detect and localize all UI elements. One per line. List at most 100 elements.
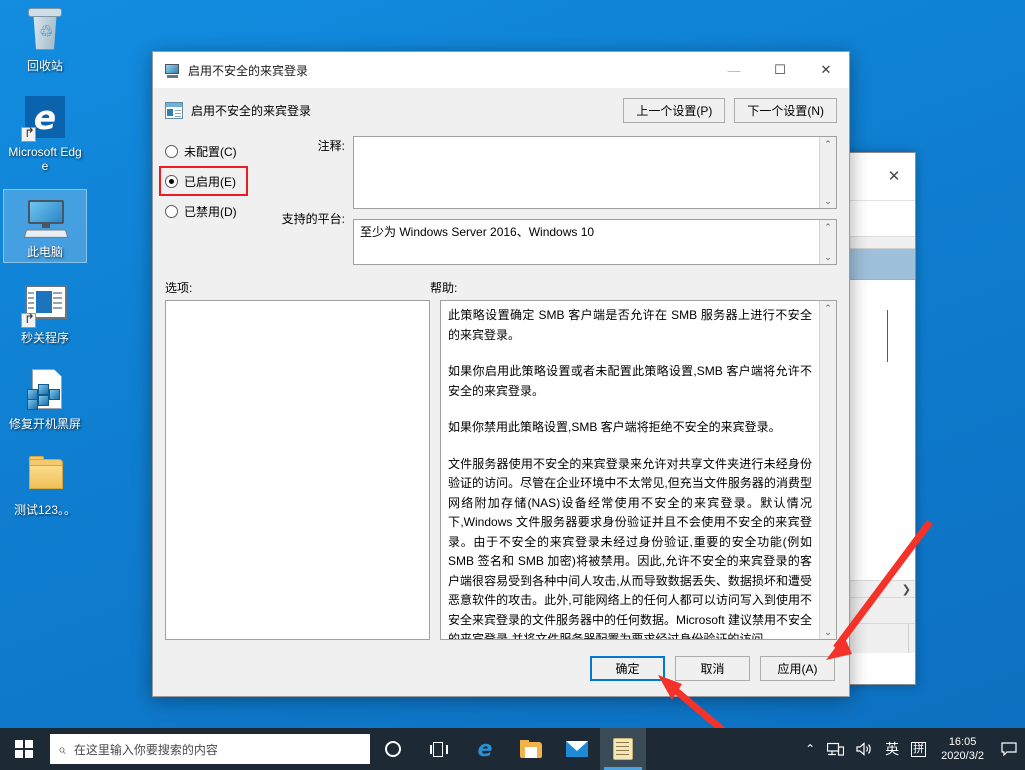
dialog-footer: 确定 取消 应用(A) — [153, 640, 849, 696]
close-icon[interactable]: ✕ — [879, 166, 909, 186]
edge-icon: e — [21, 94, 69, 142]
scroll-up-icon[interactable]: ⌃ — [824, 139, 832, 149]
start-button[interactable] — [0, 728, 48, 770]
text-caret — [887, 310, 888, 362]
desktop-background[interactable]: ♲ 回收站 e Microsoft Edge 此电脑 秒关程序 — [0, 0, 1025, 770]
policy-name-label: 启用不安全的来宾登录 — [191, 102, 311, 119]
dialog-header: 启用不安全的来宾登录 上一个设置(P) 下一个设置(N) — [153, 89, 849, 131]
options-pane[interactable] — [165, 300, 430, 640]
computer-policy-icon — [164, 63, 181, 78]
cortana-icon[interactable] — [370, 728, 416, 770]
windows-logo-icon — [15, 740, 33, 758]
ime-mode-indicator[interactable]: 拼 — [905, 728, 932, 770]
desktop-icon-label: 此电脑 — [27, 245, 63, 259]
platform-field-row: 支持的平台: 至少为 Windows Server 2016、Windows 1… — [257, 209, 837, 265]
previous-setting-button[interactable]: 上一个设置(P) — [623, 98, 725, 123]
scroll-down-icon[interactable]: ⌄ — [824, 196, 832, 206]
desktop-icon-test-folder[interactable]: 测试123。。 — [4, 448, 86, 520]
search-input[interactable]: ⌕ 在这里输入你要搜索的内容 — [50, 734, 370, 764]
comment-field-row: 注释: ⌃ ⌄ — [257, 136, 837, 209]
help-paragraph: 如果你启用此策略设置或者未配置此策略设置,SMB 客户端将允许不安全的来宾登录。 — [448, 362, 812, 401]
bg-window-list[interactable] — [839, 280, 915, 580]
this-pc-icon — [21, 194, 69, 242]
clock-date: 2020/3/2 — [941, 749, 984, 763]
desktop-icon-label: 秒关程序 — [21, 331, 69, 345]
policy-setting-dialog[interactable]: 启用不安全的来宾登录 — ☐ ✕ 启用不安全的来宾登录 上一个设置(P) 下一个… — [152, 51, 850, 697]
scroll-up-icon[interactable]: ⌃ — [824, 222, 832, 232]
radio-enabled[interactable]: 已启用(E) — [162, 169, 245, 193]
bg-window-statusbar — [839, 597, 915, 623]
radio-label: 已启用(E) — [184, 173, 236, 190]
desktop-icon-microsoft-edge[interactable]: e Microsoft Edge — [4, 90, 86, 176]
scroll-down-icon[interactable]: ⌄ — [824, 627, 832, 637]
scroll-down-icon[interactable]: ⌄ — [824, 252, 832, 262]
help-scrollbar[interactable]: ⌃ ⌄ — [819, 301, 836, 639]
task-view-icon[interactable] — [416, 728, 462, 770]
help-paragraph: 此策略设置确定 SMB 客户端是否允许在 SMB 服务器上进行不安全的来宾登录。 — [448, 306, 812, 345]
cancel-button[interactable]: 取消 — [675, 656, 750, 681]
ok-button[interactable]: 确定 — [590, 656, 665, 681]
comment-textbox[interactable]: ⌃ ⌄ — [353, 136, 837, 209]
taskbar-mail-icon[interactable] — [554, 728, 600, 770]
taskbar-group-policy-editor-icon[interactable] — [600, 728, 646, 770]
system-tray: ⌃ 英 拼 16:05 2020/3/2 — [799, 728, 1025, 770]
desktop-icon-list: ♲ 回收站 e Microsoft Edge 此电脑 秒关程序 — [0, 4, 90, 534]
dialog-lower-section: 此策略设置确定 SMB 客户端是否允许在 SMB 服务器上进行不安全的来宾登录。… — [153, 300, 849, 640]
tray-chevron-up-icon[interactable]: ⌃ — [799, 728, 821, 770]
scroll-right-icon[interactable]: ❯ — [902, 583, 911, 596]
folder-icon — [21, 452, 69, 500]
policy-state-radio-group[interactable]: 未配置(C) 已启用(E) 已禁用(D) — [165, 136, 257, 265]
help-pane[interactable]: 此策略设置确定 SMB 客户端是否允许在 SMB 服务器上进行不安全的来宾登录。… — [440, 300, 837, 640]
minimize-button[interactable]: — — [711, 52, 757, 89]
radio-indicator[interactable] — [165, 205, 178, 218]
shortcut-arrow-icon — [21, 127, 36, 142]
radio-indicator[interactable] — [165, 145, 178, 158]
radio-not-configured[interactable]: 未配置(C) — [165, 139, 257, 163]
desktop-icon-quick-close-program[interactable]: 秒关程序 — [4, 276, 86, 348]
clock[interactable]: 16:05 2020/3/2 — [932, 728, 993, 770]
bg-window-titlebar: ✕ — [839, 153, 915, 201]
volume-icon[interactable] — [850, 728, 879, 770]
platform-scrollbar[interactable]: ⌃ ⌄ — [819, 220, 836, 264]
desktop-icon-this-pc[interactable]: 此电脑 — [4, 190, 86, 262]
apply-button[interactable]: 应用(A) — [760, 656, 835, 681]
dialog-title: 启用不安全的来宾登录 — [188, 62, 711, 79]
taskbar-edge-icon[interactable]: e — [462, 728, 508, 770]
taskbar[interactable]: ⌕ 在这里输入你要搜索的内容 e ⌃ — [0, 728, 1025, 770]
help-label: 帮助: — [430, 279, 457, 296]
bg-window-toolbar — [839, 201, 915, 237]
desktop-icon-recycle-bin[interactable]: ♲ 回收站 — [4, 4, 86, 76]
desktop-icon-fix-boot-black-screen[interactable]: 修复开机黑屏 — [4, 362, 86, 434]
horizontal-scrollbar[interactable]: ❯ — [839, 580, 915, 597]
ime-language-indicator[interactable]: 英 — [879, 728, 905, 770]
search-placeholder: 在这里输入你要搜索的内容 — [74, 741, 218, 758]
bg-window-selected-row[interactable] — [839, 249, 915, 280]
radio-label: 已禁用(D) — [184, 203, 237, 220]
radio-indicator-selected[interactable] — [165, 175, 178, 188]
action-center-icon[interactable] — [993, 728, 1025, 770]
dialog-section-labels: 选项: 帮助: — [153, 265, 849, 300]
radio-disabled[interactable]: 已禁用(D) — [165, 199, 257, 223]
supported-platform-label: 支持的平台: — [257, 209, 353, 227]
help-paragraph: 如果你禁用此策略设置,SMB 客户端将拒绝不安全的来宾登录。 — [448, 418, 812, 438]
scroll-up-icon[interactable]: ⌃ — [824, 303, 832, 313]
taskbar-file-explorer-icon[interactable] — [508, 728, 554, 770]
supported-platform-textbox[interactable]: 至少为 Windows Server 2016、Windows 10 ⌃ ⌄ — [353, 219, 837, 265]
comment-value[interactable] — [354, 137, 819, 208]
shortcut-arrow-icon — [21, 313, 36, 328]
close-button[interactable]: ✕ — [803, 52, 849, 89]
comment-scrollbar[interactable]: ⌃ ⌄ — [819, 137, 836, 208]
supported-platform-value: 至少为 Windows Server 2016、Windows 10 — [354, 220, 819, 264]
dialog-upper-section: 未配置(C) 已启用(E) 已禁用(D) 注释: ⌃ — [153, 131, 849, 265]
maximize-button[interactable]: ☐ — [757, 52, 803, 89]
search-icon: ⌕ — [58, 741, 66, 758]
network-glyph — [827, 742, 844, 756]
setting-nav-buttons: 上一个设置(P) 下一个设置(N) — [623, 98, 837, 123]
dialog-titlebar[interactable]: 启用不安全的来宾登录 — ☐ ✕ — [153, 52, 849, 89]
desktop-icon-label: 修复开机黑屏 — [9, 417, 81, 431]
ime-mode-label: 拼 — [911, 742, 926, 757]
next-setting-button[interactable]: 下一个设置(N) — [734, 98, 837, 123]
clock-time: 16:05 — [949, 735, 977, 749]
network-icon[interactable] — [821, 728, 850, 770]
desktop-icon-label: Microsoft Edge — [6, 145, 84, 173]
